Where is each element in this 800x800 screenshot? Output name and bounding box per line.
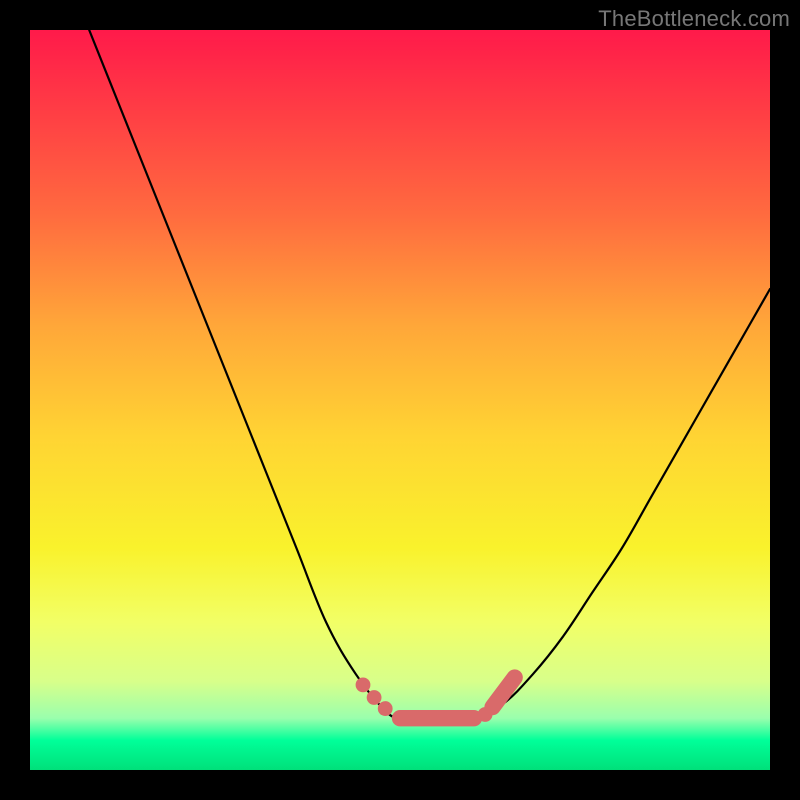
dot-marker (496, 685, 511, 700)
dot-marker (378, 701, 393, 716)
dot-marker (356, 678, 371, 693)
chart-frame: TheBottleneck.com (0, 0, 800, 800)
plot-area (30, 30, 770, 770)
bottleneck-curve (89, 30, 770, 719)
dot-marker (367, 690, 382, 705)
watermark-text: TheBottleneck.com (598, 6, 790, 32)
curve-svg (30, 30, 770, 770)
marker-capsules (400, 678, 515, 719)
dot-marker (478, 707, 493, 722)
